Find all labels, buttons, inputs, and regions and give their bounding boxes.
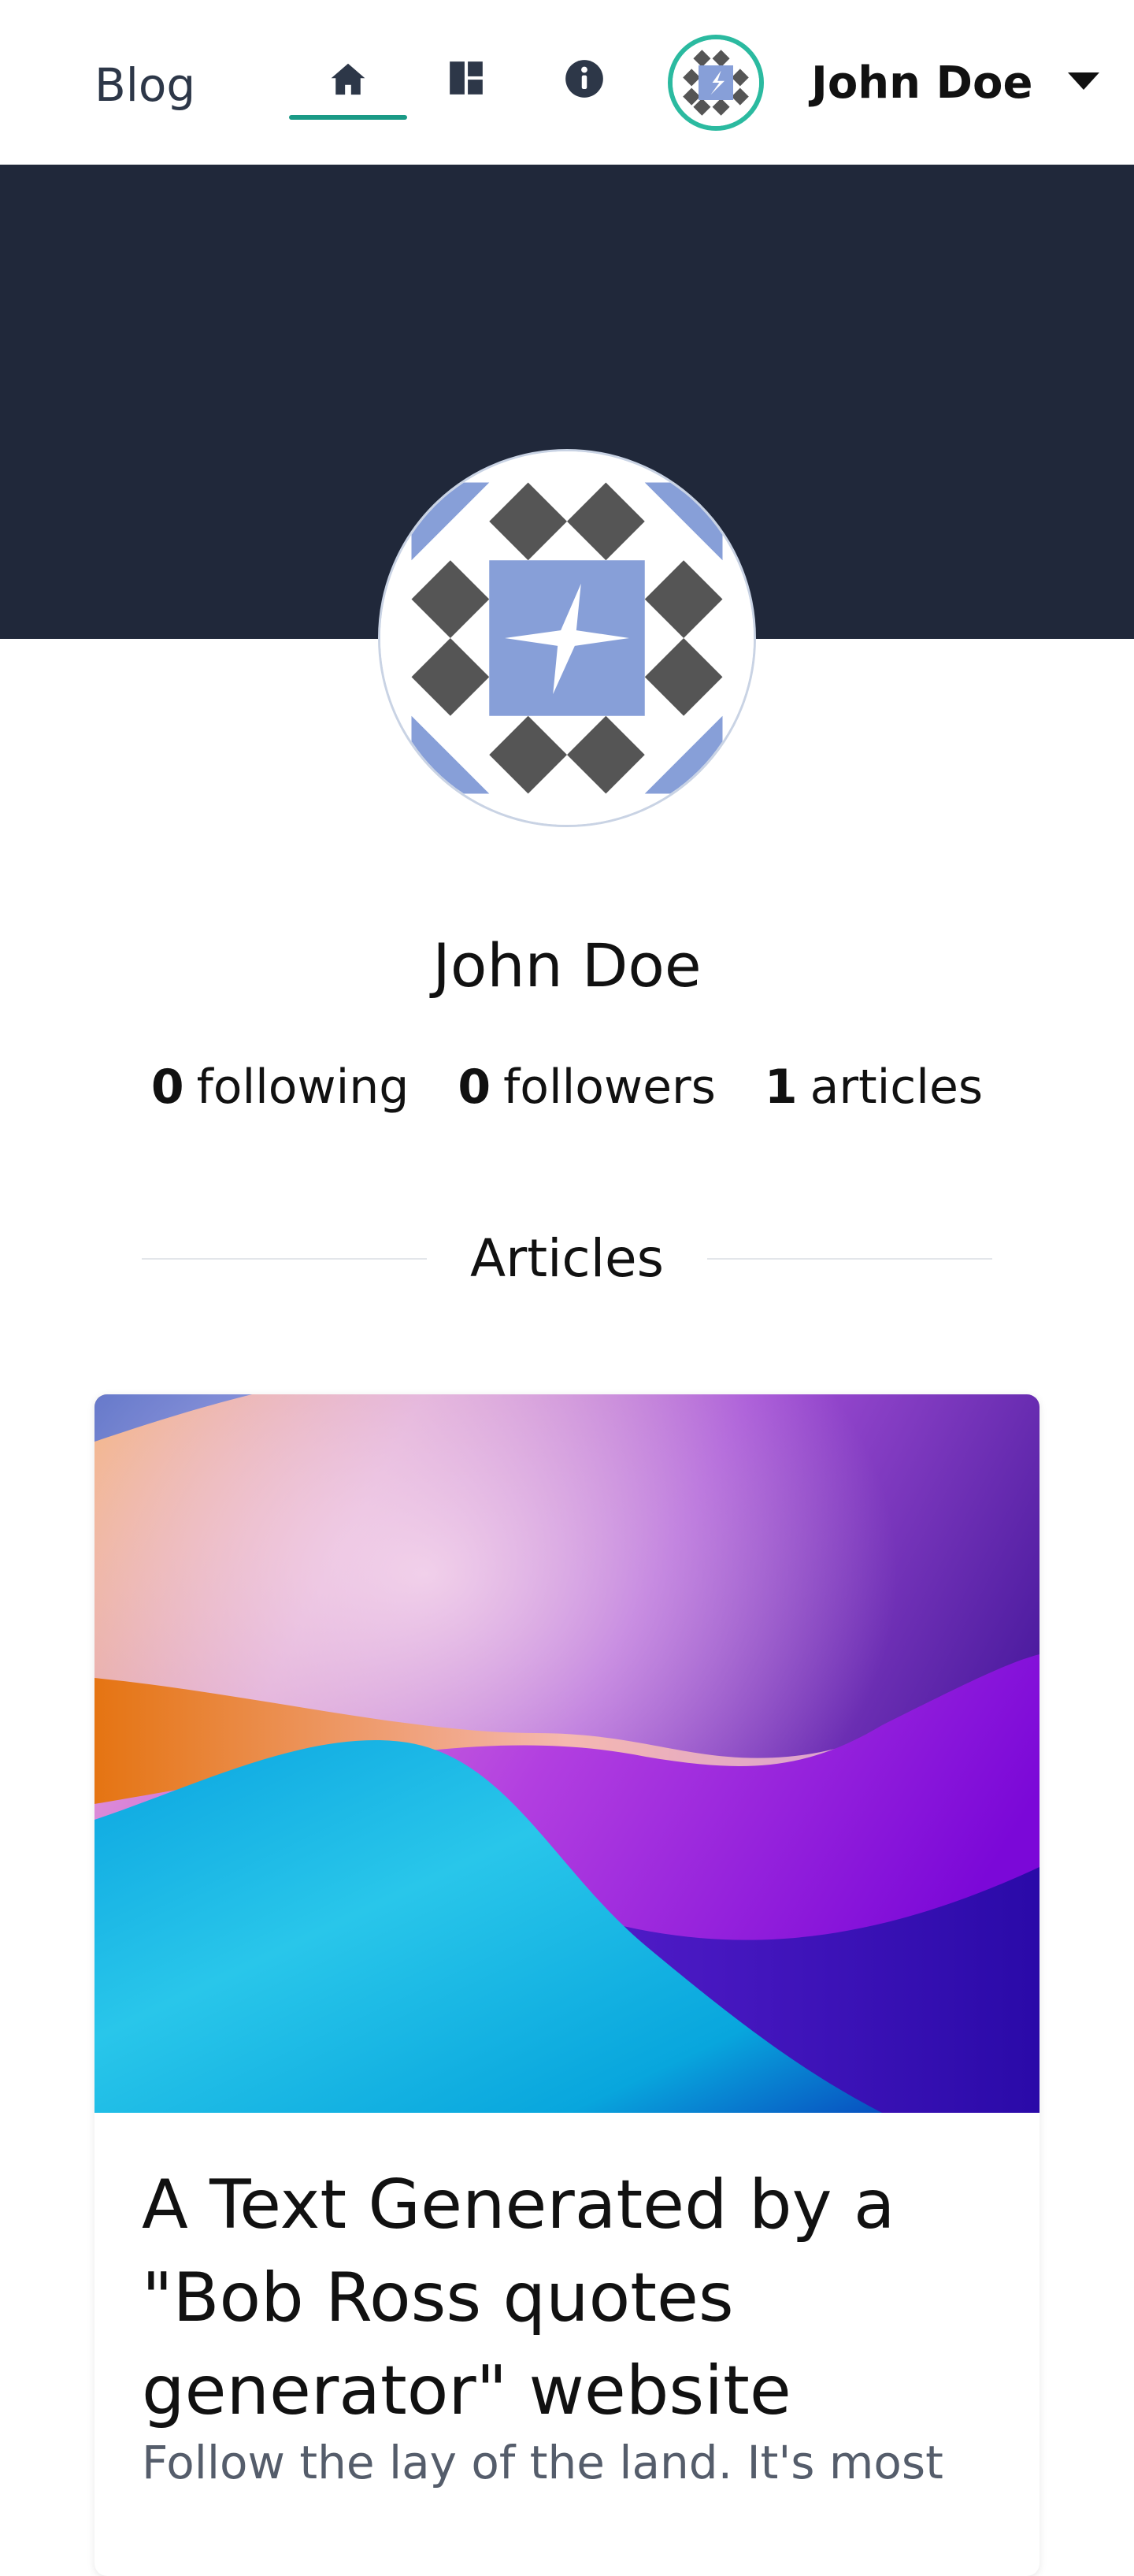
user-avatar (668, 35, 764, 131)
profile-stats: 0 following 0 followers 1 articles (0, 1056, 1134, 1119)
divider-line-right (707, 1258, 992, 1260)
followers-label: followers (503, 1060, 716, 1115)
followers-stat[interactable]: 0 followers (458, 1056, 716, 1119)
active-nav-indicator (289, 115, 407, 120)
nav-about-button[interactable] (525, 49, 643, 121)
article-excerpt: Follow the lay of the land. It's most (142, 2436, 943, 2489)
user-name: John Doe (811, 58, 1033, 109)
article-title[interactable]: A Text Generated by a "Bob Ross quotes g… (142, 2158, 1008, 2437)
article-card[interactable]: A Text Generated by a "Bob Ross quotes g… (94, 1394, 1040, 2576)
abstract-wave-cover (94, 1394, 1040, 2113)
following-label: following (196, 1060, 410, 1115)
identicon-avatar (673, 39, 759, 126)
following-stat[interactable]: 0 following (151, 1056, 410, 1119)
brand-link[interactable]: Blog (94, 55, 195, 115)
articles-section-divider: Articles (142, 1221, 992, 1297)
articles-count: 1 (764, 1060, 798, 1115)
nav-dashboard-button[interactable] (407, 49, 525, 121)
info-icon (564, 58, 605, 99)
articles-label: articles (810, 1060, 984, 1115)
identicon-avatar (380, 451, 754, 825)
nav-home-button[interactable] (289, 49, 407, 121)
caret-down-icon (1068, 72, 1099, 90)
article-cover-image (94, 1394, 1040, 2113)
articles-stat[interactable]: 1 articles (765, 1056, 983, 1119)
followers-count: 0 (458, 1060, 491, 1115)
profile-name: John Doe (432, 930, 702, 1000)
following-count: 0 (150, 1060, 184, 1115)
user-menu-toggle[interactable]: John Doe (668, 33, 1109, 132)
dashboard-icon (447, 58, 486, 98)
profile-avatar (378, 449, 756, 827)
top-navbar: Blog John Doe (0, 0, 1134, 165)
home-icon (327, 58, 369, 101)
